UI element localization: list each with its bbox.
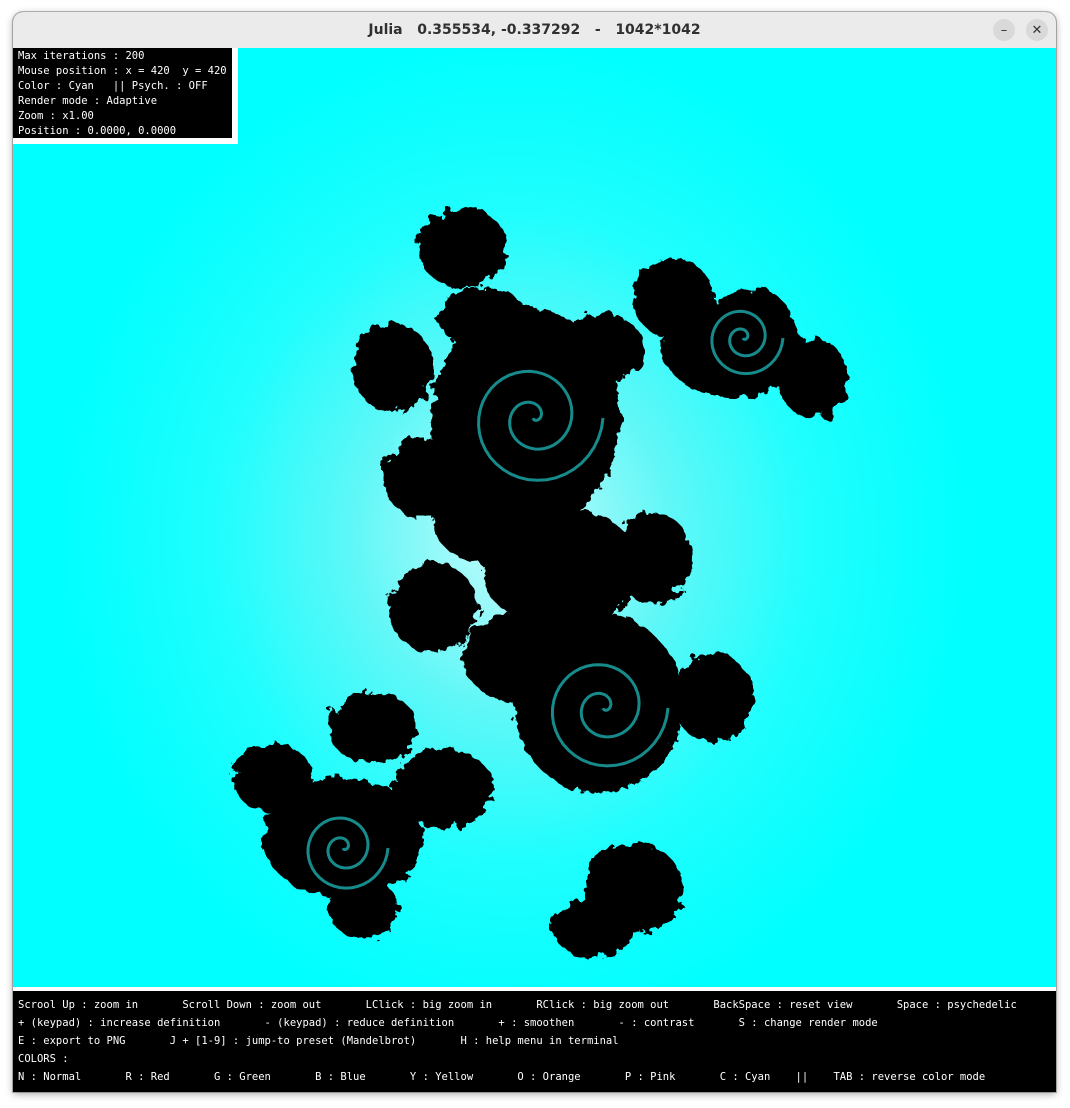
fractal-lobe	[563, 313, 643, 383]
fractal-lobe	[233, 743, 313, 813]
fractal-lobe	[713, 288, 793, 368]
fractal-lobe	[418, 208, 508, 288]
minimize-icon: –	[1000, 22, 1008, 38]
fractal-lobe	[778, 338, 848, 418]
fractal-lobe	[328, 693, 418, 763]
fractal-lobe	[673, 653, 753, 743]
help-line-navigation: Scrool Up : zoom in Scroll Down : zoom o…	[18, 999, 1017, 1011]
info-max-iterations: Max iterations : 200	[18, 50, 145, 62]
help-line-definition: + (keypad) : increase definition - (keyp…	[18, 1017, 878, 1029]
fractal-canvas[interactable]	[13, 48, 1056, 987]
help-line-colors-heading: COLORS :	[18, 1053, 69, 1065]
info-mouse-position: Mouse position : x = 420 y = 420	[18, 65, 227, 77]
fractal-lobe	[438, 288, 528, 348]
julia-window: Julia 0.355534, -0.337292 - 1042*1042 – …	[13, 12, 1056, 1092]
fractal-lobe	[553, 898, 633, 958]
help-line-export: E : export to PNG J + [1-9] : jump-to pr…	[18, 1035, 619, 1047]
window-title: Julia 0.355534, -0.337292 - 1042*1042	[368, 22, 701, 38]
fractal-lobe	[353, 323, 433, 413]
title-bar[interactable]: Julia 0.355534, -0.337292 - 1042*1042 – …	[13, 12, 1056, 49]
help-bar: Scrool Up : zoom in Scroll Down : zoom o…	[13, 987, 1056, 1092]
info-render-mode: Render mode : Adaptive	[18, 95, 158, 107]
fractal-lobe	[463, 613, 583, 703]
julia-set-render	[233, 208, 848, 958]
info-position: Position : 0.0000, 0.0000	[18, 125, 177, 137]
fractal-lobe	[383, 438, 463, 518]
info-zoom: Zoom : x1.00	[18, 110, 94, 122]
info-panel: Max iterations : 200 Mouse position : x …	[13, 48, 238, 144]
close-icon: ✕	[1031, 22, 1043, 38]
close-button[interactable]: ✕	[1026, 19, 1048, 41]
minimize-button[interactable]: –	[993, 19, 1015, 41]
help-line-colors: N : Normal R : Red G : Green B : Blue Y …	[18, 1071, 986, 1083]
fractal-lobe	[633, 258, 713, 338]
fractal-lobe	[613, 513, 693, 603]
fractal-lobe	[393, 748, 493, 828]
fractal-lobe	[388, 563, 478, 653]
info-color: Color : Cyan || Psych. : OFF	[18, 80, 208, 92]
